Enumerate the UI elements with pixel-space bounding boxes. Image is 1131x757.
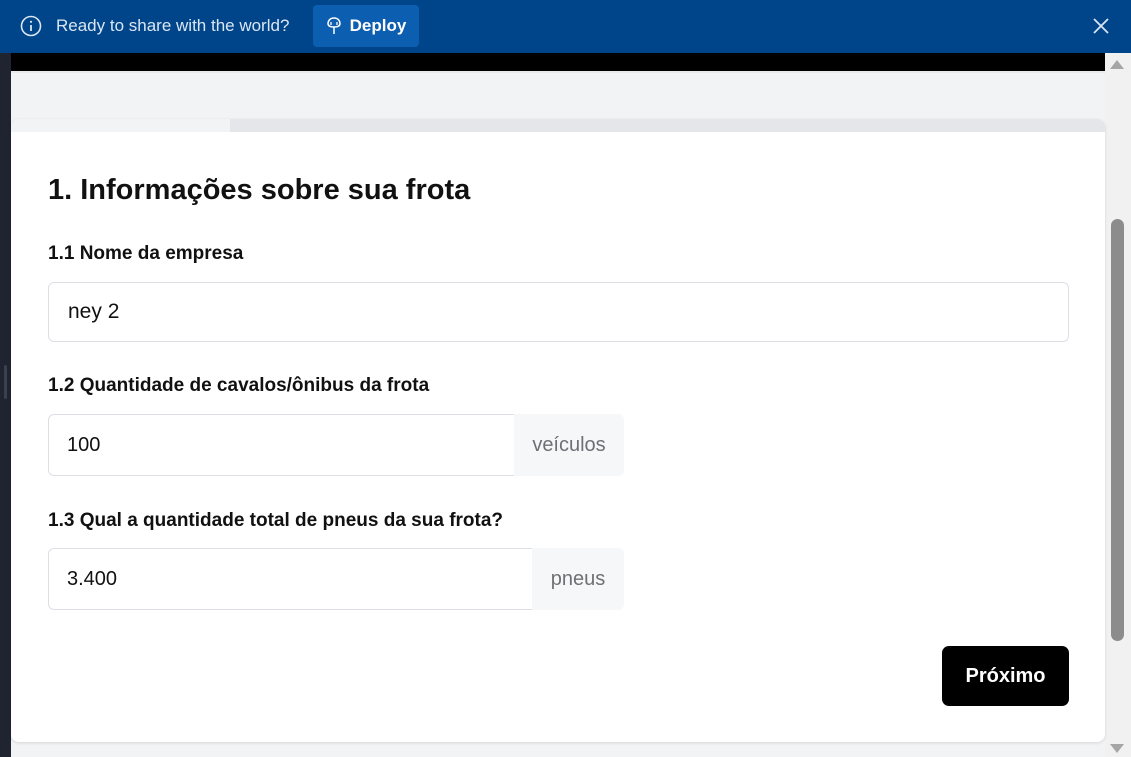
vehicle-count-group: veículos xyxy=(48,414,624,476)
header-divider xyxy=(11,71,1105,73)
banner-message: Ready to share with the world? xyxy=(56,16,290,35)
left-window-edge xyxy=(0,53,11,757)
tire-count-group: pneus xyxy=(48,548,624,610)
tire-count-label: 1.3 Qual a quantidade total de pneus da … xyxy=(48,510,504,531)
progress-bar xyxy=(11,119,1105,132)
next-button[interactable]: Próximo xyxy=(942,646,1069,706)
scroll-up-arrow-icon[interactable] xyxy=(1110,60,1124,69)
tire-unit-label: pneus xyxy=(532,548,624,610)
deploy-banner: Ready to share with the world? Deploy xyxy=(0,0,1131,53)
section-title: 1. Informações sobre sua frota xyxy=(48,174,471,206)
scroll-down-arrow-icon[interactable] xyxy=(1110,744,1124,753)
progress-fill xyxy=(11,119,230,132)
scrollbar-thumb[interactable] xyxy=(1111,219,1124,641)
deploy-icon xyxy=(326,17,341,34)
company-name-label: 1.1 Nome da empresa xyxy=(48,243,244,264)
vehicle-count-label: 1.2 Quantidade de cavalos/ônibus da frot… xyxy=(48,375,430,396)
resize-grip[interactable] xyxy=(4,365,7,399)
deploy-label: Deploy xyxy=(349,16,407,35)
tire-count-input[interactable] xyxy=(48,548,532,610)
deploy-button[interactable]: Deploy xyxy=(313,5,419,47)
app-header-band xyxy=(11,53,1105,71)
vehicle-count-input[interactable] xyxy=(48,414,514,476)
vehicle-unit-label: veículos xyxy=(514,414,624,476)
company-name-input[interactable] xyxy=(48,282,1069,342)
close-icon[interactable] xyxy=(1092,17,1110,35)
info-circle-icon xyxy=(20,15,42,37)
form-card: 1. Informações sobre sua frota 1.1 Nome … xyxy=(11,119,1105,742)
